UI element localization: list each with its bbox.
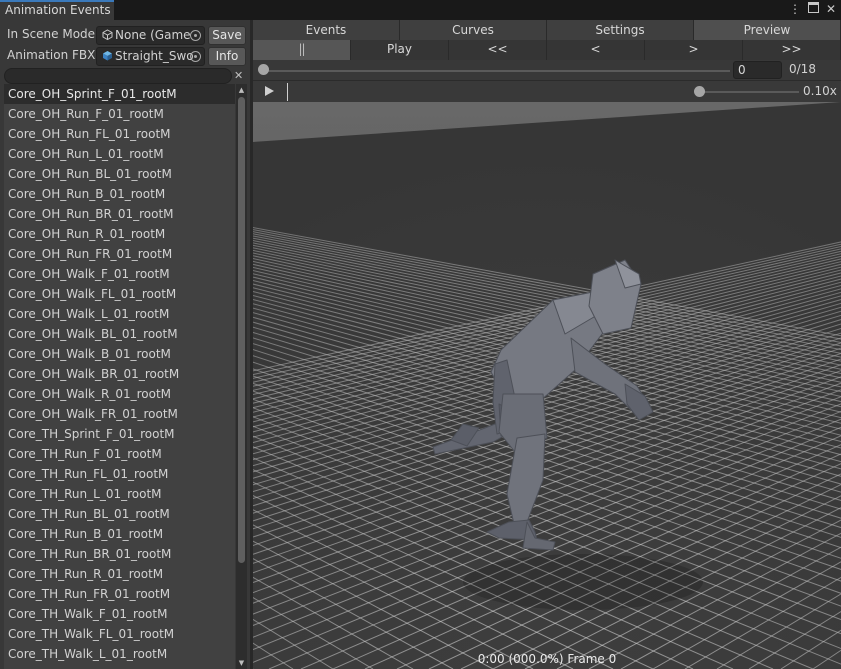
clip-list-item[interactable]: Core_TH_Run_BR_01_rootM [4,544,235,564]
model-asset-icon [103,51,112,61]
tab-preview[interactable]: Preview [694,20,841,40]
frame-readout: 0:00 (000.0%) Frame 0 [477,652,617,666]
animation-fbx-value: Straight_Swo [115,49,194,63]
playback-controls: || Play << < > >> [253,40,841,60]
animation-fbx-row: Animation FBX Straight_Swo Info [0,46,250,66]
clip-list-item[interactable]: Core_OH_Run_FR_01_rootM [4,244,235,264]
animation-fbx-field[interactable]: Straight_Swo [96,47,205,66]
next-frame-button[interactable]: > [645,40,743,60]
maximize-icon[interactable] [807,2,819,16]
object-picker-icon[interactable] [190,51,201,62]
character-shadow [463,554,703,610]
frame-total: 0/18 [789,62,816,76]
clip-list-item[interactable]: Core_OH_Run_FL_01_rootM [4,124,235,144]
top-tabs: Events Curves Settings Preview [253,20,841,40]
last-frame-button[interactable]: >> [743,40,841,60]
clip-list-item[interactable]: Core_OH_Walk_BR_01_rootM [4,364,235,384]
close-icon[interactable]: ✕ [825,2,837,16]
clip-list-item[interactable]: Core_TH_Run_R_01_rootM [4,564,235,584]
preview-viewport[interactable]: 0:00 (000.0%) Frame 0 [253,102,841,669]
tab-events[interactable]: Events [253,20,400,40]
clip-list-item[interactable]: Core_TH_Run_FR_01_rootM [4,584,235,604]
info-button[interactable]: Info [208,47,246,66]
kebab-menu-icon[interactable]: ⋮ [789,2,801,16]
clip-list-item[interactable]: Core_OH_Walk_B_01_rootM [4,344,235,364]
clear-search-icon[interactable]: ✕ [234,69,243,82]
clip-list: Core_OH_Sprint_F_01_rootM Core_OH_Run_F_0… [4,84,235,669]
clip-list-item[interactable]: Core_TH_Run_F_01_rootM [4,444,235,464]
clip-list-item[interactable]: Core_OH_Walk_F_01_rootM [4,264,235,284]
clip-list-item[interactable]: Core_OH_Walk_FR_01_rootM [4,404,235,424]
speed-slider-track[interactable] [701,91,799,93]
clip-list-item[interactable]: Core_OH_Run_BR_01_rootM [4,204,235,224]
play-row: 0.10x [253,80,841,102]
clip-list-item[interactable]: Core_TH_Walk_FL_01_rootM [4,624,235,644]
scroll-down-icon[interactable]: ▼ [236,657,247,669]
clip-list-item[interactable]: Core_TH_Run_FL_01_rootM [4,464,235,484]
speed-slider-handle[interactable] [694,86,705,97]
clip-list-item[interactable]: Core_TH_Run_L_01_rootM [4,484,235,504]
clip-list-item[interactable]: Core_OH_Run_BL_01_rootM [4,164,235,184]
first-frame-button[interactable]: << [449,40,547,60]
scroll-thumb[interactable] [238,97,245,563]
clip-panel: In Scene Model None (Game Save Animation… [0,20,250,669]
window-tab[interactable]: Animation Events [0,0,114,20]
speed-label: 0.10x [803,84,837,98]
scene-view [253,102,841,669]
play-button[interactable]: Play [351,40,449,60]
clip-list-scrollbar[interactable]: ▲ ▼ [236,84,247,669]
prev-frame-button[interactable]: < [547,40,645,60]
title-bar: Animation Events ⋮ ✕ [0,0,841,20]
clip-list-item[interactable]: Core_OH_Run_R_01_rootM [4,224,235,244]
pause-button[interactable]: || [253,40,351,60]
clip-list-item[interactable]: Core_TH_Walk_F_01_rootM [4,604,235,624]
play-icon[interactable] [265,86,274,96]
frame-input[interactable]: 0 [733,61,782,79]
search-input[interactable] [4,68,232,84]
preview-panel: Events Curves Settings Preview || Play << < > >>… [253,20,841,669]
frame-slider-handle[interactable] [258,64,269,75]
clip-list-item[interactable]: Core_OH_Walk_R_01_rootM [4,384,235,404]
tab-settings[interactable]: Settings [547,20,694,40]
tab-curves[interactable]: Curves [400,20,547,40]
clip-list-item[interactable]: Core_OH_Walk_BL_01_rootM [4,324,235,344]
playhead-marker [287,83,288,101]
clip-list-item[interactable]: Core_OH_Sprint_F_01_rootM [4,84,235,104]
clip-list-item[interactable]: Core_TH_Run_BL_01_rootM [4,504,235,524]
animation-fbx-label: Animation FBX [7,48,96,62]
timeline: 0 0/18 [253,60,841,80]
frame-slider-track[interactable] [263,70,730,72]
gameobject-icon [102,29,113,40]
clip-list-item[interactable]: Core_TH_Walk_L_01_rootM [4,644,235,664]
save-button[interactable]: Save [208,26,246,45]
clip-list-item[interactable]: Core_OH_Run_B_01_rootM [4,184,235,204]
clip-list-item[interactable]: Core_TH_Run_B_01_rootM [4,524,235,544]
clip-list-item[interactable]: Core_OH_Run_L_01_rootM [4,144,235,164]
clip-list-item[interactable]: Core_OH_Walk_FL_01_rootM [4,284,235,304]
scroll-up-icon[interactable]: ▲ [236,84,247,96]
in-scene-model-row: In Scene Model None (Game Save [0,25,250,45]
clip-list-item[interactable]: Core_TH_Sprint_F_01_rootM [4,424,235,444]
clip-list-item[interactable]: Core_OH_Run_F_01_rootM [4,104,235,124]
in-scene-model-field[interactable]: None (Game [96,26,205,45]
object-picker-icon[interactable] [190,30,201,41]
in-scene-model-value: None (Game [115,28,191,42]
in-scene-model-label: In Scene Model [7,27,99,41]
clip-list-item[interactable]: Core_OH_Walk_L_01_rootM [4,304,235,324]
